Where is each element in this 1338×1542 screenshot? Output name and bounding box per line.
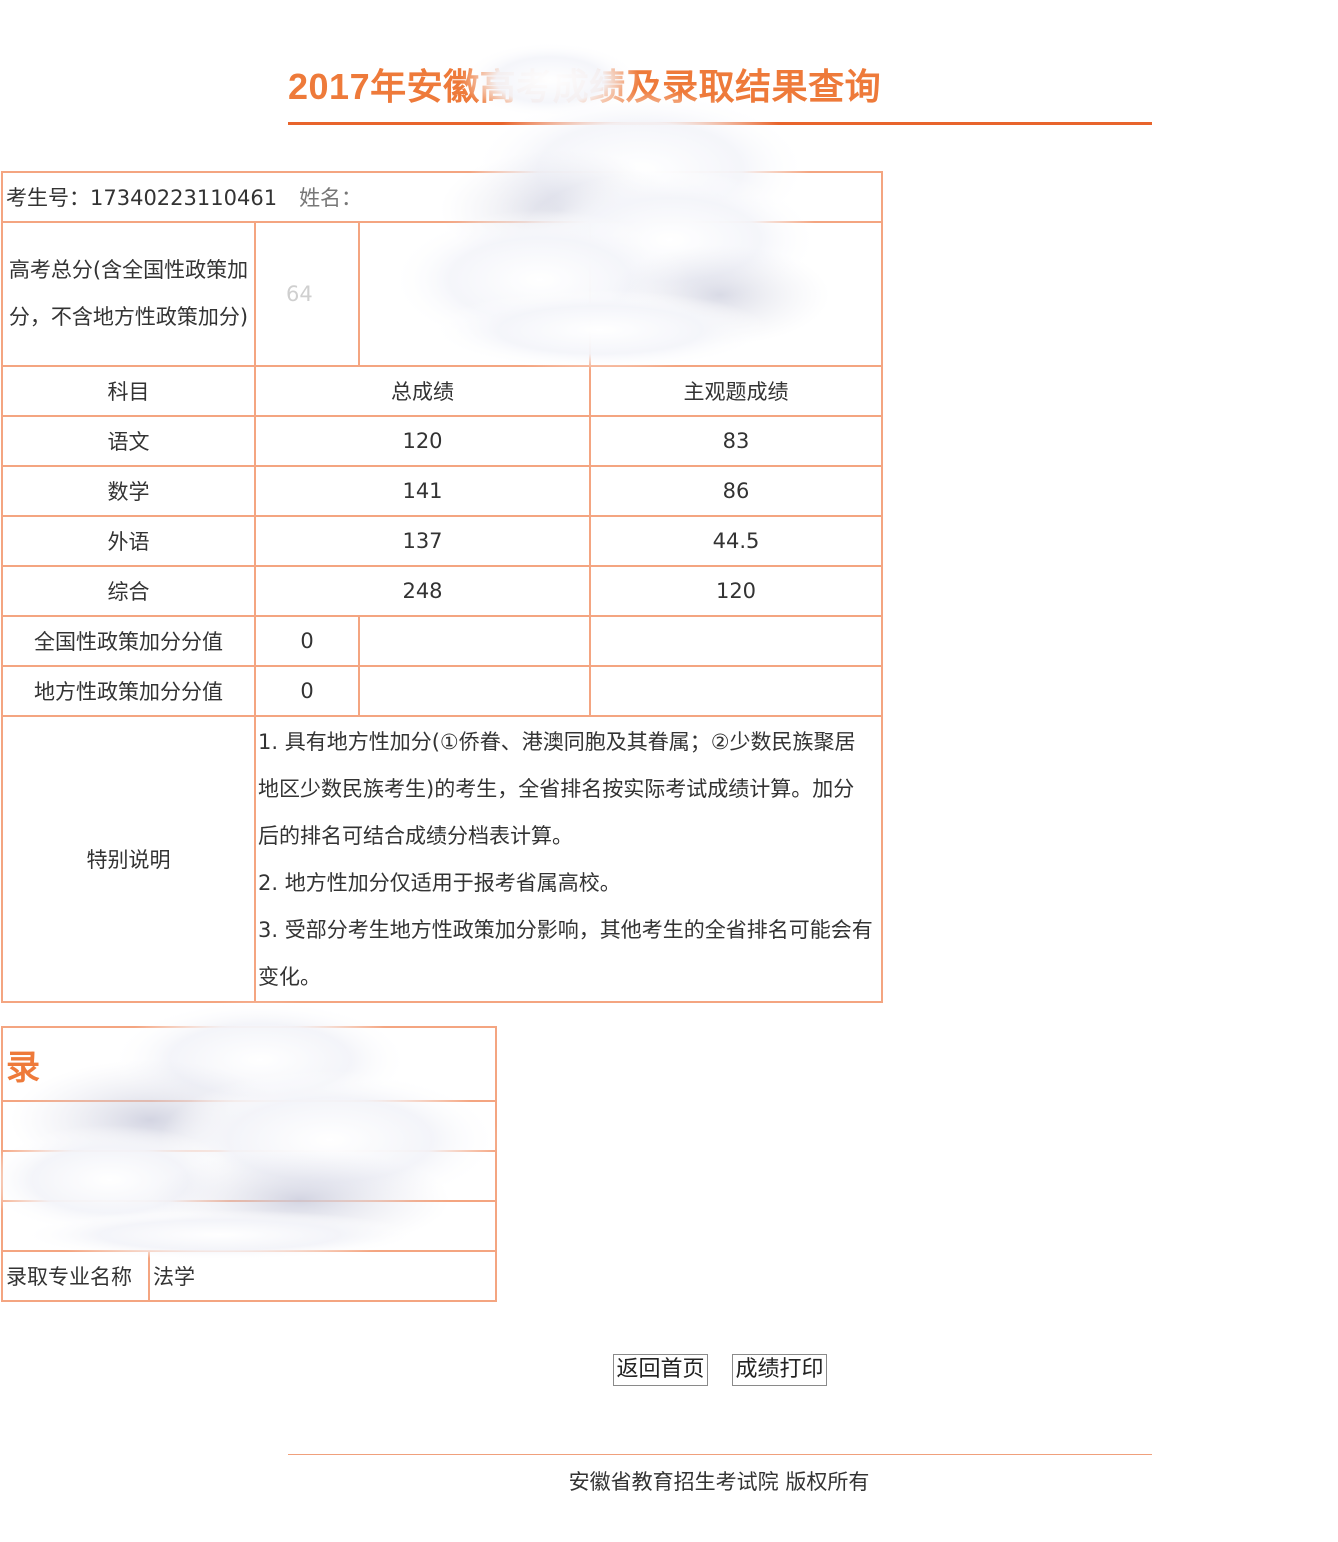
print-button[interactable]: 成绩打印 xyxy=(732,1354,827,1386)
page-title: 2017年安徽高考成绩及录取结果查询 xyxy=(288,66,882,107)
table-row: 语文 120 83 xyxy=(1,415,883,467)
subject-subjective: 120 xyxy=(589,565,883,617)
subject-total: 120 xyxy=(254,415,591,467)
exam-number-value: 17340223110461 xyxy=(90,186,278,210)
admission-major-row: 录取专业名称 法学 xyxy=(1,1250,497,1302)
total-score-value: 64 xyxy=(254,221,360,367)
national-bonus-empty-2 xyxy=(589,615,883,667)
national-bonus-row: 全国性政策加分分值 0 xyxy=(1,615,883,667)
score-table: 考生号：17340223110461 姓名： 高考总分(含全国性政策加分，不含地方… xyxy=(1,171,883,1003)
admission-table: 录 录取专业名称 法学 xyxy=(1,1026,497,1302)
local-bonus-empty-2 xyxy=(589,665,883,717)
total-score-row: 高考总分(含全国性政策加分，不含地方性政策加分) 64 xyxy=(1,221,883,367)
subject-subjective: 83 xyxy=(589,415,883,467)
major-value: 法学 xyxy=(148,1250,497,1302)
admission-heading: 录 xyxy=(6,1047,40,1088)
admission-heading-cell: 录 xyxy=(1,1026,497,1102)
local-bonus-value: 0 xyxy=(254,665,360,717)
total-score-empty-1 xyxy=(358,221,591,367)
subject-total: 137 xyxy=(254,515,591,567)
national-bonus-value: 0 xyxy=(254,615,360,667)
admission-empty xyxy=(1,1150,497,1202)
admission-empty xyxy=(1,1200,497,1252)
note-item: 2. 地方性加分仅适用于报考省属高校。 xyxy=(258,871,621,895)
subject-name: 外语 xyxy=(1,515,256,567)
subjective-header: 主观题成绩 xyxy=(589,365,883,417)
subject-name: 语文 xyxy=(1,415,256,467)
subject-name: 数学 xyxy=(1,465,256,517)
notes-content: 1. 具有地方性加分(①侨眷、港澳同胞及其眷属；②少数民族聚居地区少数民族考生)… xyxy=(254,715,883,1003)
subject-total: 248 xyxy=(254,565,591,617)
subject-header-row: 科目 总成绩 主观题成绩 xyxy=(1,365,883,417)
admission-heading-row: 录 xyxy=(1,1026,497,1102)
local-bonus-row: 地方性政策加分分值 0 xyxy=(1,665,883,717)
admission-row xyxy=(1,1100,497,1152)
table-row: 综合 248 120 xyxy=(1,565,883,617)
admission-row xyxy=(1,1150,497,1202)
footer-divider xyxy=(288,1454,1152,1455)
candidate-info-cell: 考生号：17340223110461 姓名： xyxy=(1,171,883,223)
home-button[interactable]: 返回首页 xyxy=(613,1354,708,1386)
subject-total: 141 xyxy=(254,465,591,517)
table-row: 外语 137 44.5 xyxy=(1,515,883,567)
local-bonus-empty-1 xyxy=(358,665,591,717)
major-label: 录取专业名称 xyxy=(1,1250,150,1302)
admission-row xyxy=(1,1200,497,1252)
exam-number-label: 考生号： xyxy=(6,186,90,210)
footer-copyright: 安徽省教育招生考试院 版权所有 xyxy=(568,1470,870,1494)
subject-header: 科目 xyxy=(1,365,256,417)
title-divider xyxy=(288,122,1152,125)
subject-name: 综合 xyxy=(1,565,256,617)
candidate-info-row: 考生号：17340223110461 姓名： xyxy=(1,171,883,223)
table-row: 数学 141 86 xyxy=(1,465,883,517)
notes-label: 特别说明 xyxy=(1,715,256,1003)
notes-row: 特别说明 1. 具有地方性加分(①侨眷、港澳同胞及其眷属；②少数民族聚居地区少数… xyxy=(1,715,883,1003)
admission-empty xyxy=(1,1100,497,1152)
name-label: 姓名： xyxy=(299,186,363,210)
subject-subjective: 86 xyxy=(589,465,883,517)
total-score-empty-2 xyxy=(589,221,883,367)
national-bonus-empty-1 xyxy=(358,615,591,667)
total-score-label: 高考总分(含全国性政策加分，不含地方性政策加分) xyxy=(1,221,256,367)
total-header: 总成绩 xyxy=(254,365,591,417)
note-item: 1. 具有地方性加分(①侨眷、港澳同胞及其眷属；②少数民族聚居地区少数民族考生)… xyxy=(258,730,856,848)
national-bonus-label: 全国性政策加分分值 xyxy=(1,615,256,667)
local-bonus-label: 地方性政策加分分值 xyxy=(1,665,256,717)
note-item: 3. 受部分考生地方性政策加分影响，其他考生的全省排名可能会有变化。 xyxy=(258,918,873,989)
subject-subjective: 44.5 xyxy=(589,515,883,567)
